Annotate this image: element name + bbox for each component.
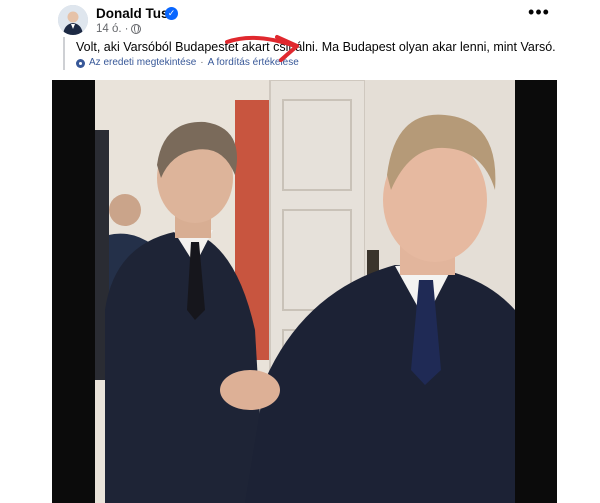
avatar[interactable] [58,5,88,35]
meta-dot: · [124,23,129,35]
verified-badge-icon: ✓ [165,7,178,20]
gear-icon [76,58,85,68]
photo-bg-person-head [109,194,141,226]
avatar-image [58,5,88,35]
more-options-button[interactable]: ••• [528,3,550,22]
red-arrow-annotation [225,35,299,62]
translation-separator: · [200,57,204,68]
photo-image [95,80,515,503]
post-meta: 14 ó. · [96,22,142,36]
post-text: Volt, aki Varsóból Budapestet akart csin… [76,40,556,54]
translation-indicator-bar [63,37,65,70]
view-original-link[interactable]: Az eredeti megtekintése [89,57,196,69]
photo-hand [220,370,280,410]
globe-icon [131,24,142,34]
author-name[interactable]: Donald Tusk [96,6,176,22]
post-photo[interactable] [52,80,557,503]
timestamp[interactable]: 14 ó. [96,22,122,36]
post-header: Donald Tusk ✓ 14 ó. · ••• Volt, aki Vars… [0,0,600,80]
